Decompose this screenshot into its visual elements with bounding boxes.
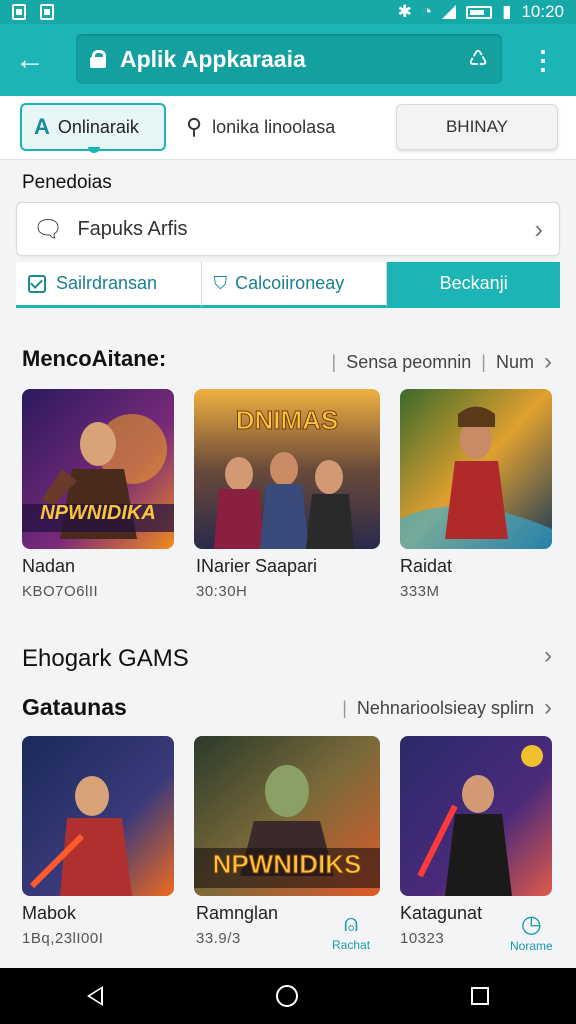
sd-icon: ▮ bbox=[502, 2, 512, 21]
preferences-label: Penedoias bbox=[22, 172, 112, 193]
system-nav-bar bbox=[0, 968, 576, 1024]
segment-3[interactable]: Beckanji bbox=[387, 262, 561, 308]
checkbox-icon bbox=[28, 274, 46, 293]
card-subtitle: 333M bbox=[400, 583, 440, 600]
section-more-link[interactable]: Num bbox=[496, 352, 534, 373]
section-links: | Nehnarioolsieay splirn › bbox=[342, 694, 552, 722]
tab-search[interactable]: ⚲ lonika linoolasa bbox=[186, 103, 335, 151]
app-bar: ← Aplik Appkaraaia ♺ ⋮ bbox=[0, 24, 576, 96]
tab-online-label: Onlinaraik bbox=[57, 116, 139, 137]
lock-icon bbox=[90, 50, 106, 68]
nav-home-icon[interactable] bbox=[275, 985, 298, 1007]
card-title[interactable]: Mabok bbox=[22, 903, 76, 924]
title-box[interactable]: Aplik Appkaraaia ♺ bbox=[76, 34, 502, 84]
section-title: Gataunas bbox=[22, 694, 127, 720]
tab-online[interactable]: A Onlinaraik bbox=[20, 103, 166, 153]
more-options-icon[interactable]: ⋮ bbox=[530, 24, 556, 96]
app-title: Aplik Appkaraaia bbox=[120, 45, 306, 72]
segment-3-label: Beckanji bbox=[439, 273, 508, 293]
nav-back-icon[interactable] bbox=[86, 986, 103, 1006]
section-title[interactable]: Ehogark GAMS bbox=[22, 645, 189, 673]
card-title[interactable]: Katagunat bbox=[400, 903, 482, 924]
chevron-right-icon[interactable]: › bbox=[544, 694, 552, 722]
game-thumbnail[interactable] bbox=[400, 736, 552, 896]
search-icon: ⚲ bbox=[186, 114, 203, 139]
shield-icon: ⛉ bbox=[213, 273, 228, 293]
segment-2[interactable]: ⛉ Calcoiironeay bbox=[201, 262, 388, 308]
game-thumbnail[interactable]: DNIMAS bbox=[194, 389, 380, 549]
cloud-sync-icon[interactable]: ♺ bbox=[468, 46, 488, 72]
card-subtitle: 33.9/3 bbox=[196, 930, 241, 947]
thumbnail-logo: DNIMAS bbox=[235, 405, 339, 436]
tab-search-label: lonika linoolasa bbox=[212, 116, 336, 137]
tab-button[interactable]: BHINAY bbox=[396, 104, 558, 150]
thumbnail-logo: NPWNIDIKS bbox=[212, 849, 362, 880]
nav-recents-icon[interactable] bbox=[471, 987, 490, 1005]
app-logo-icon: A bbox=[34, 114, 50, 139]
game-thumbnail[interactable] bbox=[400, 389, 552, 549]
nav-rachat[interactable]: ⍝ Rachat bbox=[332, 910, 370, 952]
segment-2-label: Calcoiironeay bbox=[235, 273, 345, 293]
section-links: | Sensa peomnin | Num › bbox=[331, 348, 552, 376]
nav-norame-label: Norame bbox=[510, 939, 553, 953]
segment-1-label: Sailrdransan bbox=[56, 273, 158, 293]
wifi-icon: ◔ bbox=[421, 2, 433, 21]
chat-search-icon: 🗨 bbox=[33, 215, 64, 243]
nav-rachat-label: Rachat bbox=[332, 938, 371, 952]
card-subtitle: 1Bq,23lI00I bbox=[22, 930, 104, 947]
notification-icon bbox=[12, 4, 26, 20]
section-chevron[interactable]: › bbox=[544, 642, 552, 670]
section-link[interactable]: Nehnarioolsieay splirn bbox=[357, 698, 534, 719]
image-icon bbox=[40, 4, 54, 20]
section-title: MencoAitane: bbox=[22, 346, 167, 371]
bell-icon: ⍝ bbox=[343, 910, 359, 937]
card-title[interactable]: INarier Saapari bbox=[196, 556, 317, 577]
filter-segments: Sailrdransan ⛉ Calcoiironeay Beckanji bbox=[16, 262, 561, 308]
card-subtitle: 10323 bbox=[400, 930, 445, 947]
signal-icon bbox=[442, 5, 457, 19]
card-title[interactable]: Raidat bbox=[400, 556, 452, 577]
bug-icon: ✱ bbox=[397, 2, 412, 21]
search-value: Fapuks Arfis bbox=[77, 217, 188, 240]
chevron-right-icon: › bbox=[534, 213, 543, 244]
chevron-right-icon[interactable]: › bbox=[544, 348, 552, 376]
battery-icon bbox=[466, 5, 493, 19]
thumbnail-logo: NPWNIDIKA bbox=[40, 502, 156, 524]
status-bar: ✱ ◔ ▮ 10:20 bbox=[0, 0, 576, 24]
game-thumbnail[interactable]: NPWNIDIKS bbox=[194, 736, 380, 896]
chevron-right-icon[interactable]: › bbox=[544, 642, 552, 670]
card-subtitle: 30:30H bbox=[196, 583, 248, 600]
game-thumbnail[interactable] bbox=[22, 736, 174, 896]
search-input[interactable]: 🗨 Fapuks Arfis › bbox=[16, 202, 560, 256]
section-link[interactable]: Sensa peomnin bbox=[346, 352, 471, 373]
nav-norame[interactable]: ◷ Norame bbox=[510, 910, 553, 953]
clock-icon: ◷ bbox=[520, 911, 542, 938]
card-title[interactable]: Ramnglan bbox=[196, 903, 278, 924]
tab-bar: A Onlinaraik ⚲ lonika linoolasa BHINAY bbox=[0, 96, 576, 160]
card-subtitle: KBO7O6lII bbox=[22, 583, 99, 600]
back-arrow-icon[interactable]: ← bbox=[0, 24, 60, 96]
status-time: 10:20 bbox=[521, 2, 564, 21]
card-title[interactable]: Nadan bbox=[22, 556, 75, 577]
segment-1[interactable]: Sailrdransan bbox=[16, 262, 202, 308]
game-thumbnail[interactable]: NPWNIDIKA bbox=[22, 389, 174, 549]
